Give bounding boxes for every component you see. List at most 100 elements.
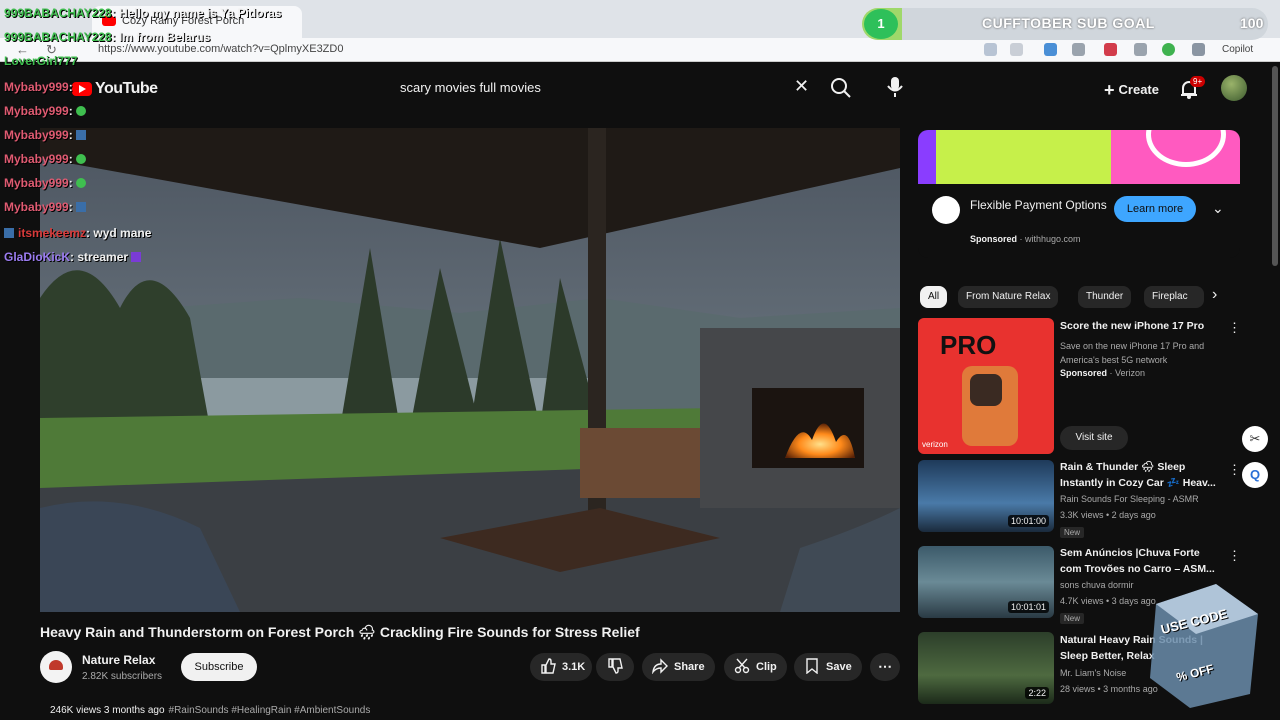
youtube-header: YouTube scary movies full movies ✕ + Crea… [0,62,1280,114]
rec-thumbnail[interactable]: 2:22 [918,632,1054,704]
profile-icon[interactable] [1162,43,1175,56]
more-actions-icon[interactable]: ⋯ [870,653,900,681]
chip-all[interactable]: All [920,286,948,308]
chat-text: : [68,152,73,166]
chat-message: Mybaby999: [4,176,87,190]
scrollbar[interactable] [1272,66,1278,266]
chip-fireplace[interactable]: Fireplac [1144,286,1204,308]
thumbnail-brand-text: verizon [922,440,948,449]
copilot-button[interactable]: Copilot [1222,44,1253,55]
share-button[interactable]: Share [642,653,715,681]
visit-site-button[interactable]: Visit site [1060,426,1128,450]
sub-goal-label: CUFFTOBER SUB GOAL [982,15,1155,31]
sidebar-ad-card[interactable]: Flexible Payment Options Sponsored · wit… [918,130,1240,258]
rec-sponsored-line: Sponsored · Verizon [1060,368,1145,378]
clip-button[interactable]: Clip [724,653,787,681]
chat-message: Mybaby999: [4,152,87,166]
rec-stats: 3.3K views • 2 days ago [1060,510,1156,520]
menu-icon[interactable] [1192,43,1205,56]
chat-username: Mybaby999 [4,176,69,190]
chat-message: itsmekeemz: wyd mane [4,226,151,240]
crop-tool-icon[interactable]: ✂ [1242,426,1268,452]
chat-message: 999BABACHAY228: Im from Belarus [4,30,210,44]
hashtags[interactable]: #RainSounds #HealingRain #AmbientSounds [169,705,371,716]
rec-channel[interactable]: sons chuva dormir [1060,580,1134,590]
channel-avatar[interactable] [40,651,72,683]
learn-more-button[interactable]: Learn more [1114,196,1196,222]
share-arrow-icon [651,658,668,675]
video-meta: 246K views 3 months ago #RainSounds #Heal… [50,705,370,716]
share-label: Share [674,661,705,673]
youtube-logo-text[interactable]: YouTube [95,80,158,98]
chat-username: LoverGirl777 [4,54,78,68]
plus-icon: + [1104,80,1115,100]
ad-title: Flexible Payment Options [970,198,1107,212]
chat-text: : Hello my name is Ya Pidoras [111,6,282,20]
clear-search-icon[interactable]: ✕ [794,76,809,97]
subscribe-button[interactable]: Subscribe [181,653,257,681]
rec-thumbnail[interactable]: 10:01:01 [918,546,1054,618]
rec-channel[interactable]: Rain Sounds For Sleeping - ASMR [1060,494,1199,504]
chip-thunder[interactable]: Thunder [1078,286,1132,308]
more-options-icon[interactable]: ⋮ [1228,548,1241,564]
video-duration: 10:01:00 [1007,515,1049,527]
chat-text: : [68,128,73,142]
screen: Cozy Rainy Forest Porch — ☐ ← ↻ https://… [0,0,1280,720]
promo-box-image [1150,584,1258,708]
sponsored-thumbnail[interactable]: PRO verizon [918,318,1054,454]
chat-text: : [68,80,73,94]
read-mode-icon[interactable] [984,43,997,56]
create-button[interactable]: + Create [1094,74,1169,102]
favorite-star-icon[interactable] [1010,43,1023,56]
chat-username: Mybaby999 [4,200,69,214]
chip-from-channel[interactable]: From Nature Relax [958,286,1059,308]
extension-icon[interactable] [1044,43,1057,56]
youtube-logo-icon[interactable] [72,82,92,96]
chat-username: 999BABACHAY228 [4,30,112,44]
chevron-right-icon[interactable]: › [1212,286,1217,304]
dislike-button[interactable] [596,653,634,681]
extension-icon[interactable] [1072,43,1085,56]
camera-module-image [970,374,1002,406]
chat-text: : Im from Belarus [111,30,211,44]
chat-message: GlaDioKicK: streamer [4,250,142,264]
advertiser-logo [932,196,960,224]
rec-title[interactable]: Rain & Thunder 🌧 Sleep Instantly in Cozy… [1060,459,1218,491]
video-player[interactable] [40,128,900,612]
like-count: 3.1K [562,661,586,673]
search-tool-icon[interactable]: Q [1242,462,1268,488]
save-button[interactable]: Save [794,653,862,681]
chat-username: Mybaby999 [4,128,69,142]
search-icon[interactable] [826,74,856,102]
url-field[interactable]: https://www.youtube.com/watch?v=QplmyXE3… [98,43,343,55]
channel-name[interactable]: Nature Relax [82,653,155,667]
promo-code-overlay: USE CODE % OFF [1146,574,1262,712]
more-options-icon[interactable]: ⋮ [1228,320,1241,336]
search-input[interactable]: scary movies full movies ✕ [388,74,822,102]
chat-text: : [68,104,73,118]
create-label: Create [1118,82,1159,97]
rec-description: Save on the new iPhone 17 Pro and Americ… [1060,341,1205,365]
favorites-icon[interactable] [1134,43,1147,56]
video-frame-scene [40,128,900,612]
more-options-icon[interactable]: ⋮ [1228,462,1241,478]
new-badge: New [1060,527,1085,538]
rec-channel[interactable]: Mr. Liam's Noise [1060,668,1126,678]
microphone-icon[interactable] [880,72,910,102]
rec-thumbnail[interactable]: 10:01:00 [918,460,1054,532]
bookmark-icon [806,658,818,675]
chat-username: Mybaby999 [4,80,69,94]
extension-icon[interactable] [1104,43,1117,56]
chevron-down-icon[interactable]: ⌄ [1212,200,1224,217]
chat-text: : streamer [70,250,129,264]
emote-icon [76,202,87,212]
emote-icon [131,252,142,262]
account-avatar[interactable] [1221,75,1247,101]
rec-title[interactable]: Score the new iPhone 17 Pro [1060,318,1218,334]
new-badge: New [1060,613,1085,624]
rec-stats: 4.7K views • 3 days ago [1060,596,1156,606]
rec-title[interactable]: Sem Anúncios |Chuva Forte com Trovões no… [1060,545,1218,577]
rec-stats: 28 views • 3 months ago [1060,684,1158,694]
chat-message: Mybaby999: [4,80,73,94]
like-button[interactable]: 3.1K [530,653,592,681]
